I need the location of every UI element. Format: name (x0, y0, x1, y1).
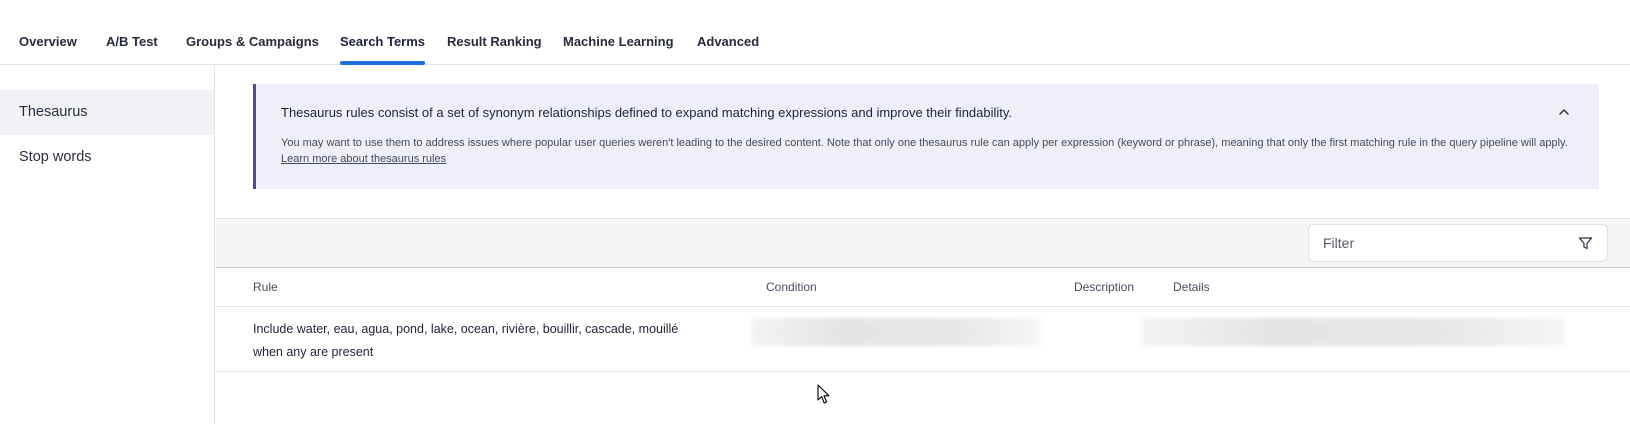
sidebar-item-label: Thesaurus (19, 104, 88, 120)
column-header-details[interactable]: Details (1173, 280, 1210, 294)
chevron-up-icon[interactable] (1556, 104, 1572, 120)
tab-groups-campaigns[interactable]: Groups & Campaigns (186, 34, 319, 65)
filter-funnel-icon[interactable] (1578, 236, 1593, 251)
tab-label: Overview (19, 34, 77, 49)
banner-description: You may want to use them to address issu… (281, 137, 1568, 149)
table-header: Rule Condition Description Details (216, 268, 1630, 307)
banner-title: Thesaurus rules consist of a set of syno… (281, 105, 1013, 120)
tab-overview[interactable]: Overview (19, 34, 77, 65)
tab-ab-test[interactable]: A/B Test (106, 34, 158, 65)
sidebar-item-stop-words[interactable]: Stop words (0, 135, 214, 180)
column-header-description[interactable]: Description (1074, 280, 1134, 294)
tab-advanced[interactable]: Advanced (697, 34, 759, 65)
filter-input[interactable] (1323, 233, 1563, 253)
tab-label: Advanced (697, 34, 760, 49)
tab-label: Groups & Campaigns (186, 34, 319, 49)
filter-field[interactable] (1308, 224, 1608, 262)
sidebar-item-thesaurus[interactable]: Thesaurus (0, 90, 214, 135)
active-tab-indicator (340, 61, 426, 65)
condition-cell-redacted (751, 318, 1041, 346)
rule-cell: Include water, eau, agua, pond, lake, oc… (253, 322, 679, 359)
tab-search-terms[interactable]: Search Terms (340, 34, 426, 65)
banner-body: You may want to use them to address issu… (281, 135, 1581, 167)
tab-result-ranking[interactable]: Result Ranking (447, 34, 542, 65)
tab-machine-learning[interactable]: Machine Learning (563, 34, 674, 65)
details-cell-redacted (1141, 318, 1566, 346)
top-tab-bar: Overview A/B Test Groups & Campaigns Sea… (0, 0, 1630, 65)
column-header-condition[interactable]: Condition (766, 280, 817, 294)
learn-more-link[interactable]: Learn more about thesaurus rules (281, 151, 1581, 167)
sidebar: Thesaurus Stop words (0, 65, 215, 424)
tab-label: Result Ranking (447, 34, 542, 49)
tab-label: Search Terms (340, 34, 426, 49)
sidebar-item-label: Stop words (19, 149, 92, 165)
table-row[interactable]: Include water, eau, agua, pond, lake, oc… (216, 307, 1630, 372)
column-header-rule[interactable]: Rule (253, 280, 278, 294)
tab-label: A/B Test (106, 34, 158, 49)
page: Overview A/B Test Groups & Campaigns Sea… (0, 0, 1630, 424)
info-banner: Thesaurus rules consist of a set of syno… (253, 84, 1599, 189)
mouse-pointer-icon (817, 384, 831, 405)
tab-label: Machine Learning (563, 34, 674, 49)
